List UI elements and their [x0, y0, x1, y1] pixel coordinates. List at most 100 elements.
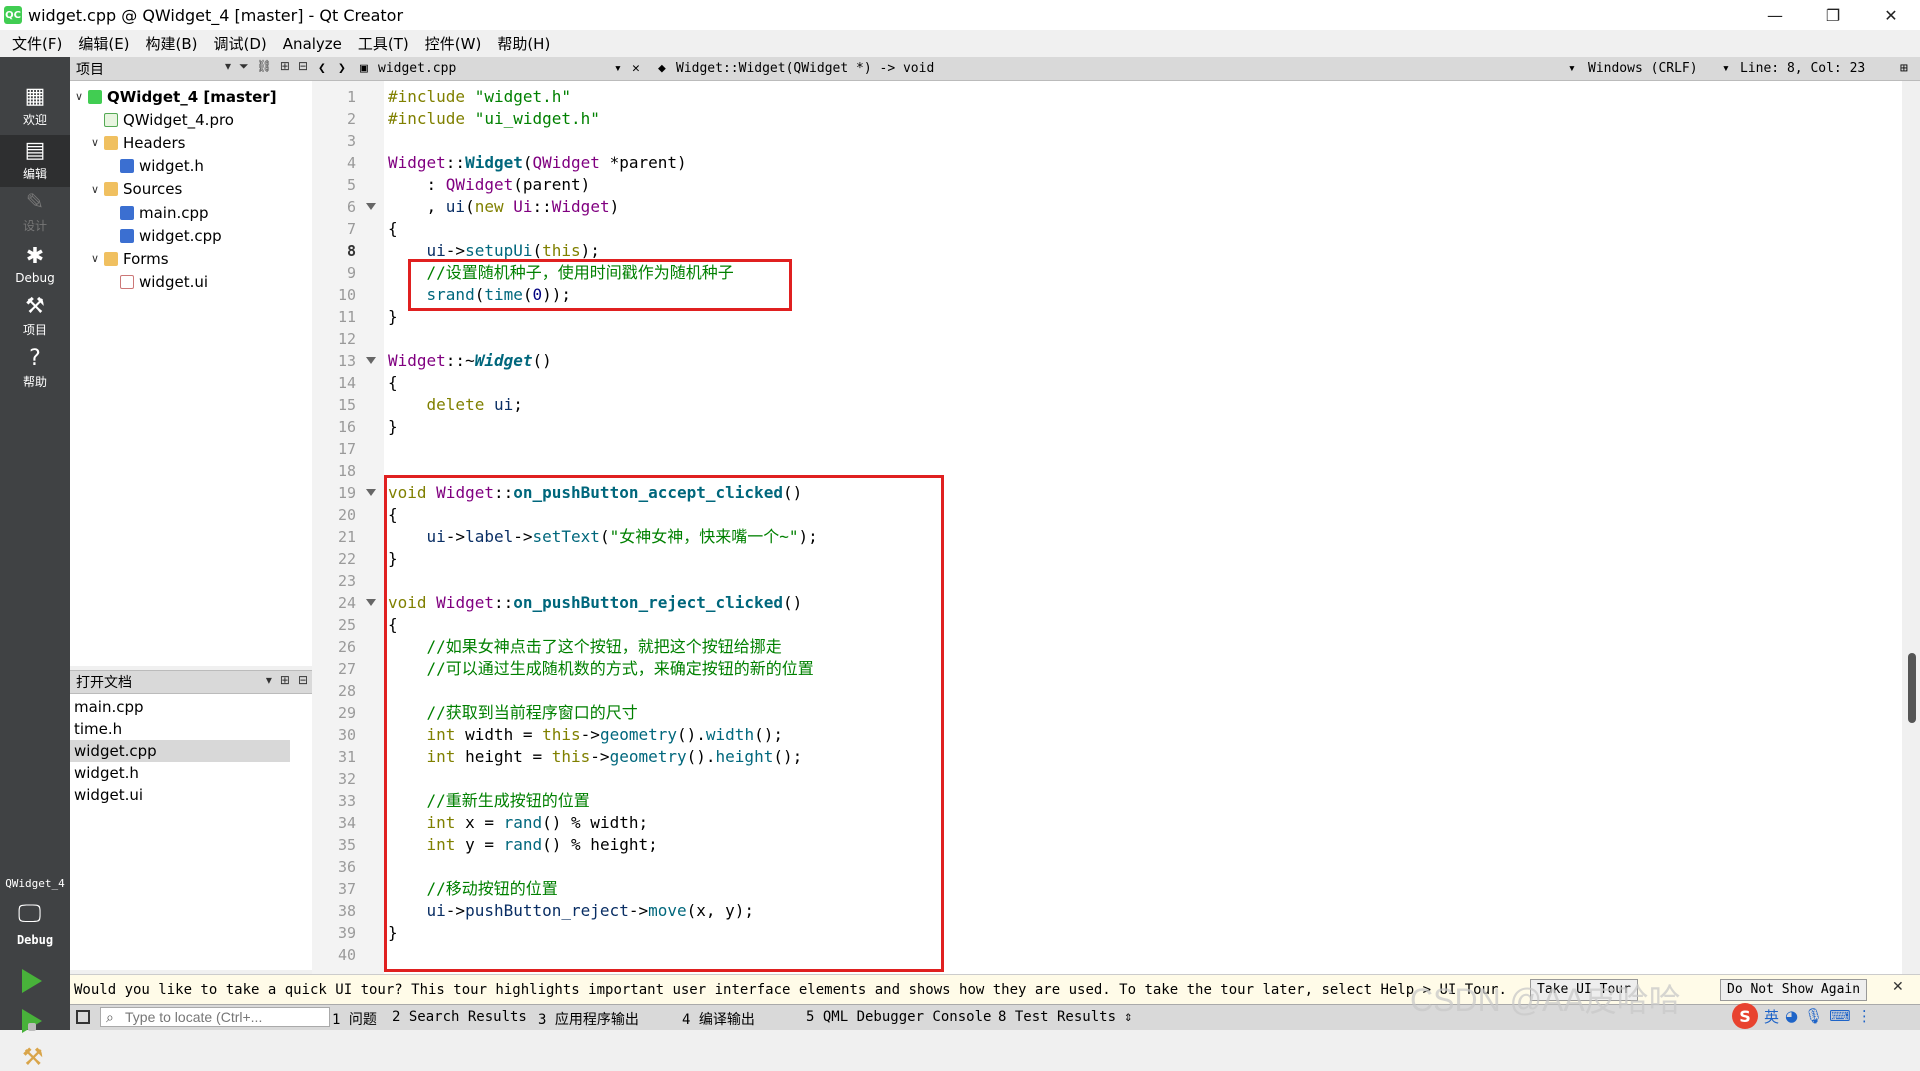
locator-placeholder: Type to locate (Ctrl+...	[125, 1009, 263, 1025]
open-document-item[interactable]: widget.h	[70, 762, 290, 784]
tree-item-label: QWidget_4 [master]	[107, 87, 277, 106]
close-button[interactable]: ✕	[1862, 0, 1920, 30]
run-debug-icon[interactable]	[22, 1009, 42, 1033]
open-document-item[interactable]: widget.ui	[70, 784, 290, 806]
highlight-box-srand	[408, 259, 792, 311]
line-number: 1	[346, 88, 356, 106]
pane-qml-debugger[interactable]: 5 QML Debugger Console	[806, 1009, 991, 1025]
pane-compile-output[interactable]: 4 编译输出	[682, 1009, 755, 1029]
menu-analyze[interactable]: Analyze	[275, 35, 350, 53]
menu-edit[interactable]: 编辑(E)	[70, 33, 137, 54]
fold-marker-icon[interactable]	[366, 357, 376, 364]
kit-build-config[interactable]: Debug	[0, 933, 70, 947]
line-ending-arrow-icon[interactable]: ▾	[1568, 61, 1576, 76]
scrollbar-thumb[interactable]	[1908, 653, 1916, 723]
open-document-item[interactable]: widget.cpp	[70, 740, 290, 762]
expand-arrow-icon[interactable]: ∨	[72, 90, 86, 103]
line-ending-combo[interactable]: Windows (CRLF)	[1588, 61, 1698, 76]
pane-application-output[interactable]: 3 应用程序输出	[538, 1009, 639, 1029]
mode-help-label: 帮助	[22, 375, 47, 389]
tree-item-0[interactable]: ∨ QWidget_4 [master]	[72, 85, 277, 108]
tree-item-7[interactable]: ∨ Forms	[88, 247, 169, 270]
current-file-combo[interactable]: widget.cpp	[378, 61, 456, 76]
mode-help[interactable]: ? 帮助	[0, 343, 70, 395]
tree-item-6[interactable]: widget.cpp	[104, 224, 222, 247]
maximize-button[interactable]: ❐	[1804, 0, 1862, 30]
hammer-icon[interactable]: ⚒	[22, 1043, 44, 1071]
monitor-icon[interactable]: 🖵	[18, 899, 41, 927]
pane-more-arrows-icon[interactable]: ⇕	[1124, 1009, 1132, 1025]
position-arrow-icon[interactable]: ▾	[1722, 61, 1730, 76]
expand-arrow-icon[interactable]: ∨	[88, 136, 102, 149]
menu-build[interactable]: 构建(B)	[138, 33, 206, 54]
pane-search-results[interactable]: 2 Search Results	[392, 1009, 527, 1025]
close-file-icon[interactable]: ✕	[632, 61, 640, 76]
folder-f-file-icon	[104, 251, 118, 266]
line-number: 19	[337, 484, 356, 502]
close-tour-icon[interactable]: ✕	[1892, 979, 1904, 995]
cursor-position[interactable]: Line: 8, Col: 23	[1740, 61, 1865, 76]
open-document-item[interactable]: main.cpp	[70, 696, 290, 718]
pane-test-results[interactable]: 8 Test Results	[998, 1009, 1116, 1025]
split-editor-icon[interactable]: ⊞	[1900, 61, 1908, 76]
ime-language[interactable]: 英	[1764, 1006, 1779, 1027]
menu-file[interactable]: 文件(F)	[4, 33, 70, 54]
tree-item-5[interactable]: main.cpp	[104, 201, 209, 224]
line-number: 23	[337, 572, 356, 590]
tree-item-4[interactable]: ∨ Sources	[88, 178, 182, 201]
forward-icon[interactable]: ❯	[338, 61, 346, 76]
line-number: 35	[337, 836, 356, 854]
mode-debug-label: Debug	[15, 270, 55, 285]
toggle-sidebar-icon[interactable]	[76, 1010, 90, 1024]
expand-arrow-icon[interactable]: ∨	[88, 183, 102, 196]
run-icon[interactable]	[22, 969, 42, 993]
close-panel-icon[interactable]: ⊟	[298, 59, 308, 74]
sogou-logo-icon: S	[1732, 1003, 1758, 1029]
pane-issues[interactable]: 1 问题	[332, 1009, 377, 1029]
expand-arrow-icon[interactable]: ∨	[88, 252, 102, 265]
mode-design[interactable]: ✎ 设计	[0, 187, 70, 239]
fold-marker-icon[interactable]	[366, 489, 376, 496]
tree-item-8[interactable]: widget.ui	[104, 271, 208, 294]
ui-file-icon	[120, 275, 134, 290]
ime-menu-icon[interactable]: ⋮	[1857, 1007, 1872, 1025]
mode-edit-label: 编辑	[22, 167, 47, 181]
editor-scrollbar[interactable]	[1902, 81, 1920, 974]
filter-icon[interactable]: ⏷	[239, 59, 249, 74]
open-document-item[interactable]: time.h	[70, 718, 290, 740]
fold-marker-icon[interactable]	[366, 599, 376, 606]
tree-item-label: widget.ui	[139, 273, 209, 292]
mode-projects-label: 项目	[22, 323, 47, 337]
menu-help[interactable]: 帮助(H)	[489, 33, 558, 54]
back-icon[interactable]: ❮	[318, 61, 326, 76]
mode-welcome-label: 欢迎	[22, 113, 47, 127]
code-editor[interactable]: #include "widget.h" #include "ui_widget.…	[384, 81, 1902, 974]
keyboard-icon[interactable]: ⌨	[1829, 1007, 1851, 1025]
menu-widgets[interactable]: 控件(W)	[417, 33, 490, 54]
mode-welcome[interactable]: ▦ 欢迎	[0, 81, 70, 133]
split-icon[interactable]: ⊞	[280, 59, 290, 74]
dropdown-icon[interactable]: ▾	[225, 59, 231, 74]
tree-item-1[interactable]: QWidget_4.pro	[88, 108, 234, 131]
menu-tools[interactable]: 工具(T)	[350, 33, 417, 54]
menu-debug[interactable]: 调试(D)	[206, 33, 275, 54]
microphone-icon[interactable]: 🎙	[1804, 1007, 1823, 1025]
dropdown-icon[interactable]: ▾	[266, 673, 272, 687]
ime-punct-icon[interactable]: ◕	[1785, 1007, 1798, 1025]
mode-edit[interactable]: ▤ 编辑	[0, 135, 70, 187]
file-combo-arrow-icon[interactable]: ▾	[614, 61, 622, 76]
mode-projects[interactable]: ⚒ 项目	[0, 291, 70, 343]
split-icon[interactable]: ⊞	[280, 673, 290, 687]
mode-debug[interactable]: ✱ Debug	[0, 239, 70, 291]
minimize-button[interactable]: —	[1746, 0, 1804, 30]
line-number: 26	[337, 638, 356, 656]
symbol-combo[interactable]: Widget::Widget(QWidget *) -> void	[676, 61, 934, 76]
do-not-show-again-button[interactable]: Do Not Show Again	[1720, 979, 1868, 1001]
locator-input[interactable]: ⌕ Type to locate (Ctrl+...	[100, 1007, 330, 1027]
tree-item-3[interactable]: widget.h	[104, 155, 204, 178]
fold-marker-icon[interactable]	[366, 203, 376, 210]
link-icon[interactable]: ⛓	[257, 59, 272, 74]
close-panel-icon[interactable]: ⊟	[298, 673, 308, 687]
tree-item-2[interactable]: ∨ Headers	[88, 131, 185, 154]
line-number: 38	[337, 902, 356, 920]
